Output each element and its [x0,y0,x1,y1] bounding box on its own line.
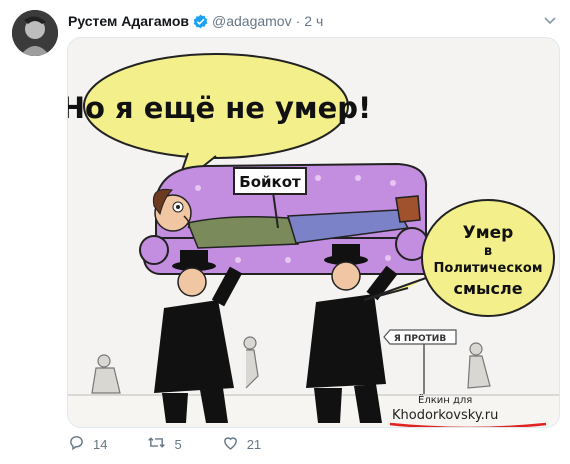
site-text: Khodorkovsky.ru [392,408,498,423]
tweet-actions: 14 5 21 [68,434,301,454]
cartoon-illustration: Но я ещё не умер! Бойкот Умер в Политиче… [68,53,559,427]
speech-right-line1: Умер [463,223,514,243]
retweet-icon [147,434,174,454]
separator-dot: · [295,13,301,29]
reply-count: 14 [93,436,108,452]
reply-icon [68,434,93,454]
arrow-sign-text: Я ПРОТИВ [394,334,447,344]
like-icon [222,434,247,454]
chevron-down-icon[interactable] [542,12,558,28]
like-button[interactable]: 21 [222,434,261,454]
like-count: 21 [246,436,262,452]
verified-icon [193,14,208,29]
tweet-time[interactable]: 2 ч [304,13,323,29]
sign-text: Бойкот [239,173,301,191]
author-name[interactable]: Рустем Адагамов [68,13,189,29]
arrow-sign: Я ПРОТИВ [383,329,457,394]
speech-right-line4: смысле [453,279,522,298]
retweet-button[interactable]: 5 [147,434,182,454]
retweet-count: 5 [174,436,182,452]
speech-right-line3: Политическом [434,261,543,276]
tweet-header: Рустем Адагамов @adagamov · 2 ч [68,11,323,31]
background-figures [91,336,491,394]
speech-right-line2: в [484,244,492,259]
speech-left-text: Но я ещё не умер! [68,91,371,125]
tweet: Рустем Адагамов @adagamov · 2 ч Но я ещё… [0,0,570,464]
artist-signature: Ёлкин для [418,393,472,406]
reply-button[interactable]: 14 [68,434,107,454]
avatar[interactable] [12,10,58,56]
author-handle[interactable]: @adagamov [212,13,292,29]
tweet-image[interactable]: Но я ещё не умер! Бойкот Умер в Политиче… [67,37,560,428]
